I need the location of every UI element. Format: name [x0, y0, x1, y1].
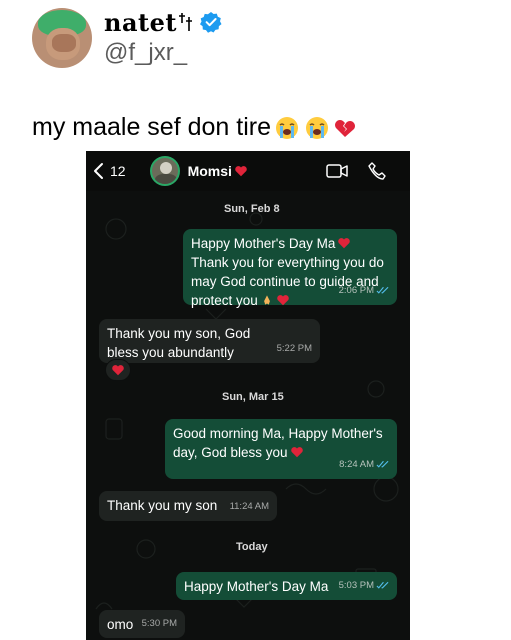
user-handle[interactable]: @f_jxr_ [104, 39, 222, 67]
message-bubble-incoming[interactable]: Thank you my son, God bless you abundant… [99, 319, 320, 363]
author-names: natet @f_jxr_ [104, 8, 222, 67]
message-bubble-outgoing[interactable]: Good morning Ma, Happy Mother's day, God… [165, 419, 397, 479]
verified-badge-icon [199, 12, 222, 33]
date-separator: Sun, Mar 15 [222, 391, 284, 403]
red-heart-icon [112, 365, 124, 376]
chevron-left-icon[interactable] [92, 162, 106, 180]
loudly-crying-face-icon [306, 116, 328, 139]
chat-header: 12 Momsi [86, 151, 410, 191]
message-bubble-outgoing[interactable]: Happy Mother's Day Ma 5:03 PM [176, 572, 397, 600]
broken-heart-icon [335, 119, 355, 137]
message-meta: 8:24 AM [339, 455, 389, 474]
red-heart-icon [290, 447, 303, 458]
message-meta: 5:03 PM [339, 576, 389, 595]
loudly-crying-face-icon [276, 116, 298, 139]
folded-hands-icon [263, 295, 270, 305]
message-reaction[interactable] [105, 359, 131, 381]
message-bubble-incoming[interactable]: Thank you my son 11:24 AM [99, 491, 277, 521]
contact-avatar[interactable] [149, 156, 180, 186]
double-check-icon [376, 460, 389, 468]
message-meta: 5:22 PM [276, 343, 312, 354]
tweet-text: my maale sef don tire [32, 113, 357, 142]
red-heart-icon [277, 295, 289, 306]
video-call-icon[interactable] [326, 163, 348, 179]
message-bubble-incoming[interactable]: omo 5:30 PM [99, 610, 185, 638]
author-avatar[interactable] [32, 8, 92, 68]
unread-count[interactable]: 12 [110, 163, 126, 179]
red-heart-icon [235, 166, 247, 177]
phone-icon[interactable] [368, 162, 386, 180]
tweet-body: my maale sef don tire [32, 113, 271, 141]
double-check-icon [376, 581, 389, 589]
contact-name[interactable]: Momsi [188, 163, 248, 179]
chat-screenshot: 12 Momsi Sun, Feb 8 Happy Mother's Day M… [86, 151, 410, 640]
tweet-header: natet @f_jxr_ [32, 8, 222, 68]
red-heart-icon [338, 238, 351, 249]
double-check-icon [376, 286, 389, 294]
cross-symbol-icon [178, 13, 192, 31]
message-text: Happy Mother's Day Ma [191, 234, 389, 253]
display-name[interactable]: natet [104, 8, 177, 37]
message-meta: 2:06 PM [339, 281, 389, 300]
date-separator: Today [236, 541, 268, 553]
date-separator: Sun, Feb 8 [224, 203, 280, 215]
message-meta: 5:30 PM [141, 618, 177, 629]
message-bubble-outgoing[interactable]: Happy Mother's Day Ma Thank you for ever… [183, 229, 397, 308]
message-meta: 11:24 AM [229, 501, 269, 512]
